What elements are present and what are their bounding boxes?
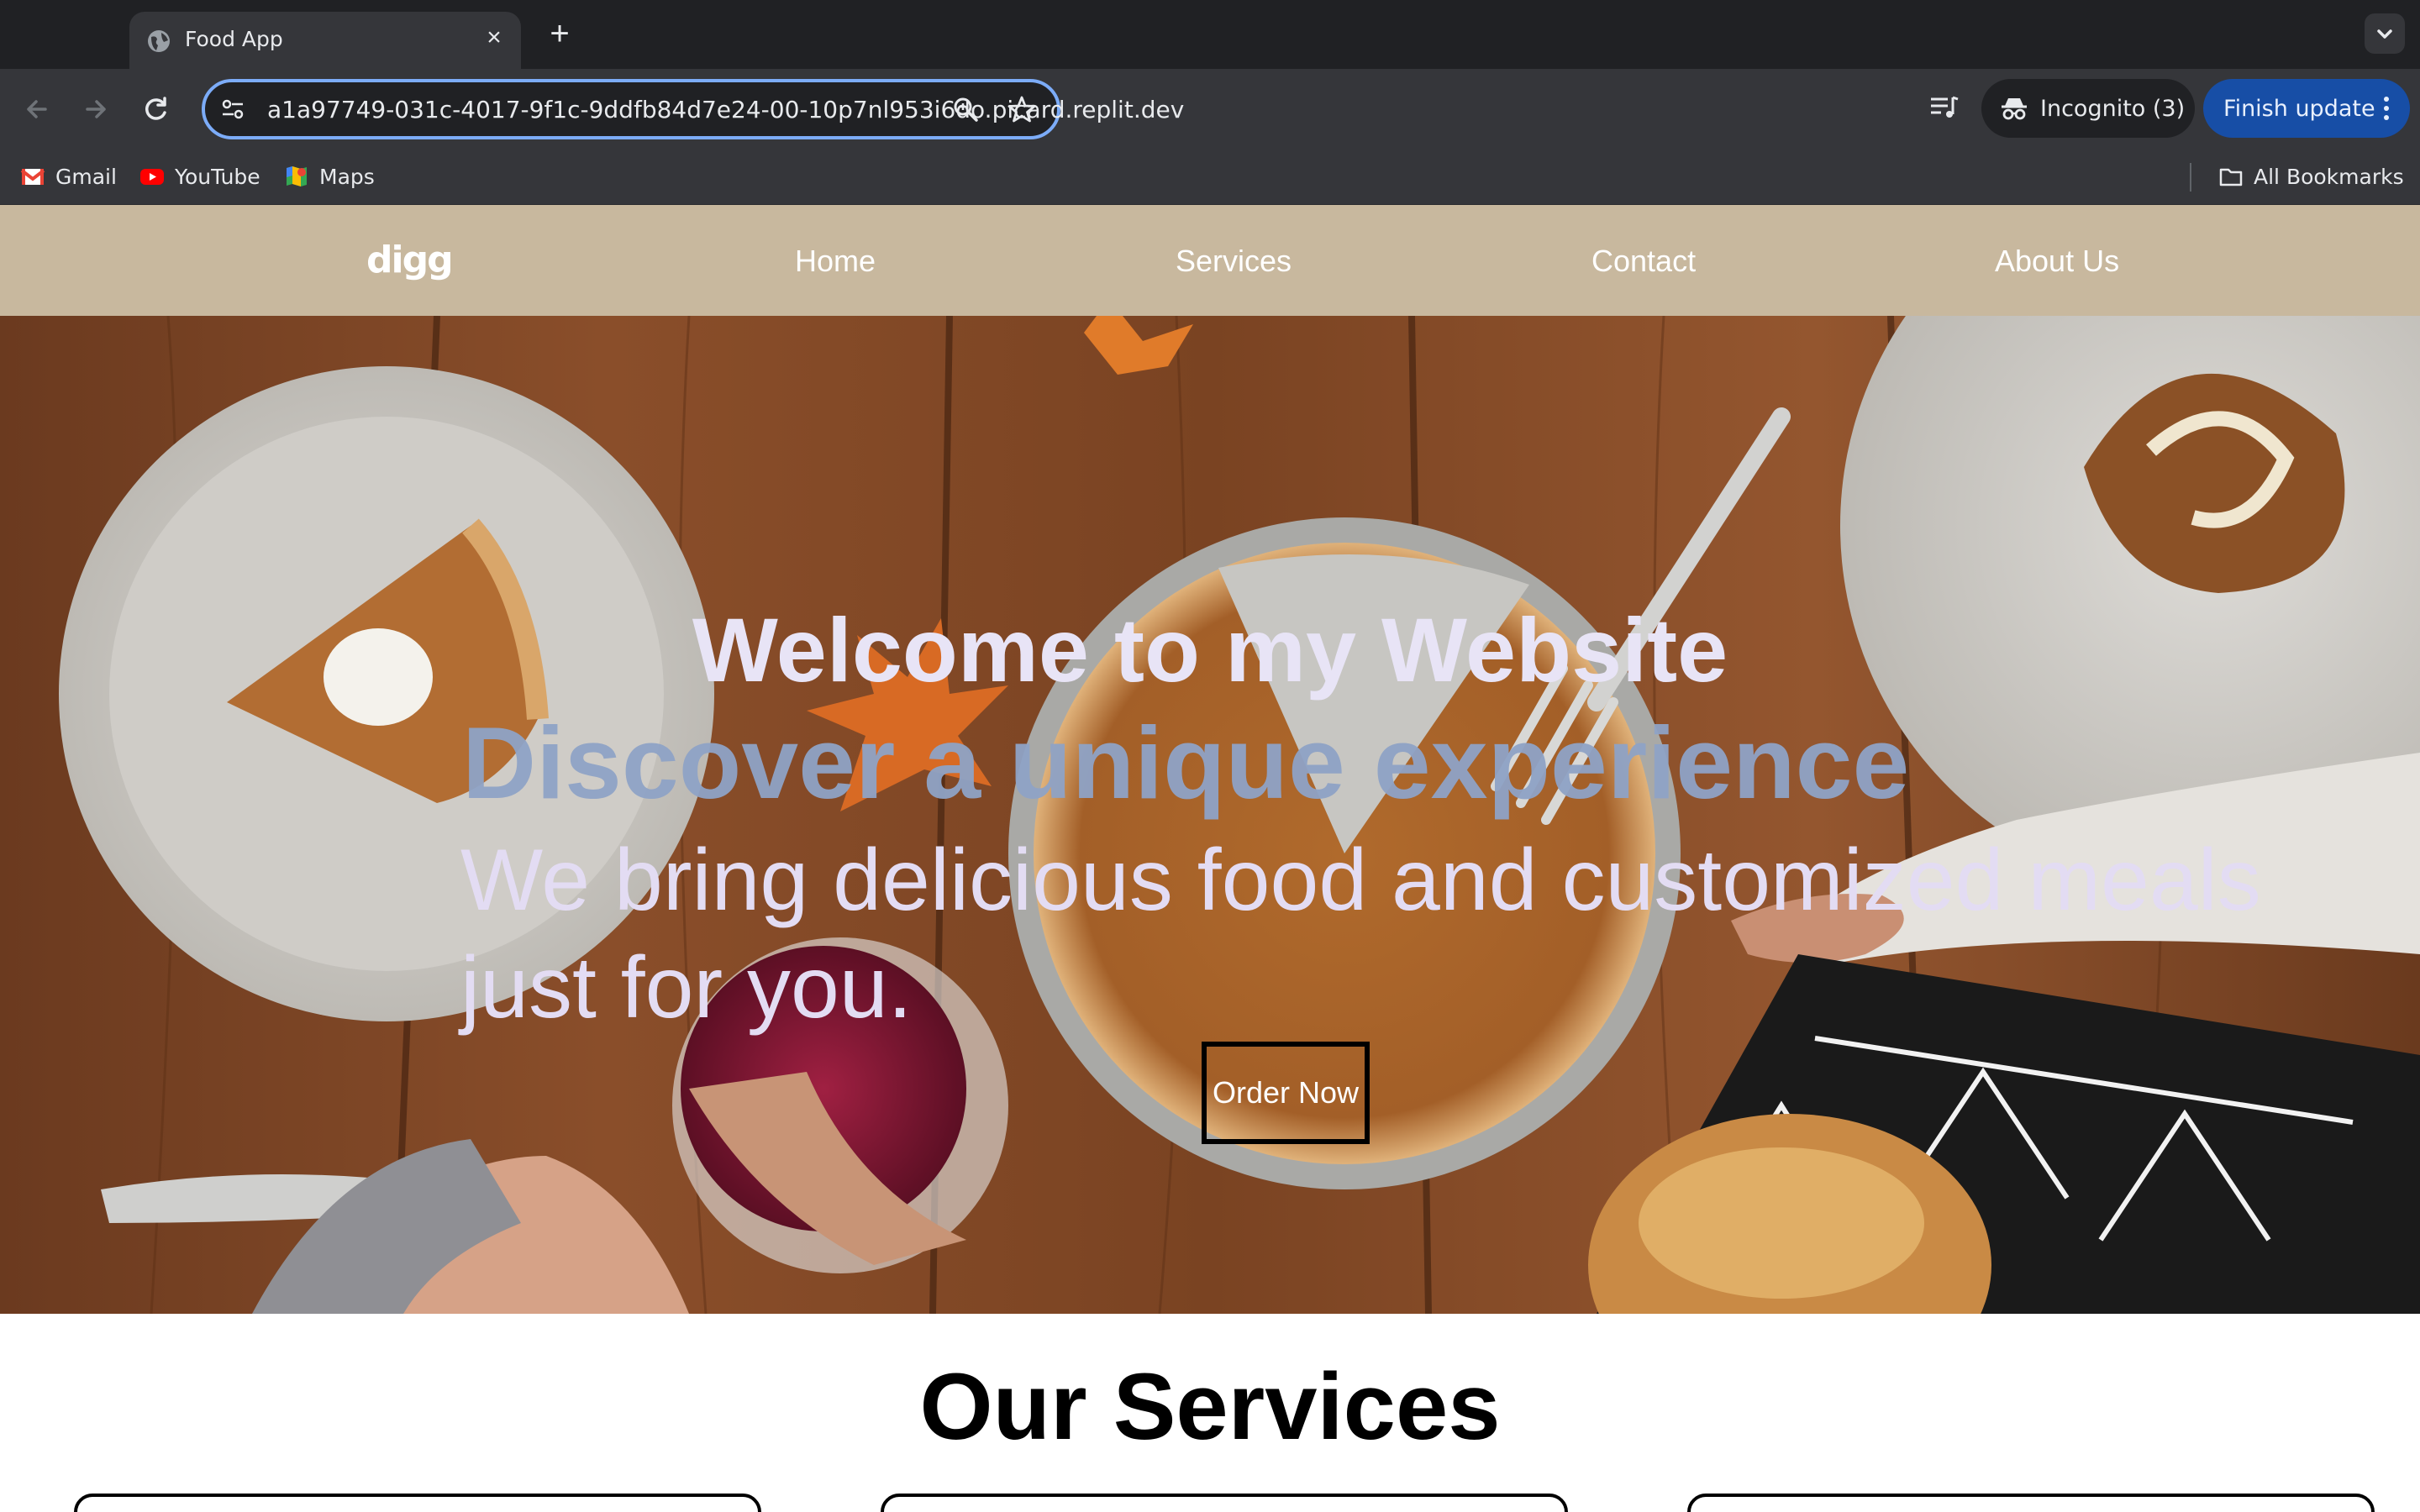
zoom-icon[interactable] — [951, 95, 980, 123]
browser-toolbar: a1a97749-031c-4017-9f1c-9ddfb84d7e24-00-… — [0, 69, 2420, 150]
bookmark-maps[interactable]: Maps — [284, 161, 375, 192]
chevron-down-icon — [2377, 29, 2392, 39]
hero-title: Welcome to my Website — [692, 599, 1728, 701]
back-arrow-icon[interactable] — [15, 87, 59, 131]
site-logo[interactable]: digg — [366, 239, 454, 281]
address-bar[interactable]: a1a97749-031c-4017-9f1c-9ddfb84d7e24-00-… — [202, 79, 1184, 139]
browser-tab[interactable]: Food App × — [129, 12, 521, 69]
service-card[interactable] — [74, 1494, 761, 1512]
globe-icon — [148, 30, 170, 52]
nav-link-contact[interactable]: Contact — [1591, 244, 1696, 279]
nav-link-home[interactable]: Home — [795, 244, 876, 279]
bookmark-star-icon[interactable] — [1007, 94, 1037, 124]
reload-icon[interactable] — [134, 87, 178, 131]
maps-icon — [287, 166, 307, 186]
hero-description: We bring delicious food and customized m… — [460, 832, 2261, 1037]
more-menu-icon[interactable] — [2378, 94, 2395, 123]
bookmark-label: Maps — [319, 164, 375, 189]
all-bookmarks-button[interactable]: All Bookmarks — [2218, 161, 2404, 192]
nav-link-about-us[interactable]: About Us — [1995, 244, 2119, 279]
bookmark-youtube[interactable]: YouTube — [139, 161, 260, 192]
bookmarks-bar: Gmail YouTube Maps All Bookmarks — [0, 150, 2420, 205]
order-now-button[interactable]: Order Now — [1202, 1042, 1370, 1144]
incognito-icon — [2002, 98, 2027, 120]
hero-subtitle: Discover a unique experience — [462, 706, 1910, 820]
folder-icon — [2219, 168, 2243, 186]
bookmark-gmail[interactable]: Gmail — [20, 161, 117, 192]
bookmark-label: Gmail — [55, 164, 117, 189]
nav-link-services[interactable]: Services — [1176, 244, 1292, 279]
hero-section: Welcome to my Website Discover a unique … — [0, 316, 2420, 1314]
youtube-icon — [140, 169, 164, 185]
service-card[interactable] — [1687, 1494, 2375, 1512]
services-heading: Our Services — [919, 1354, 1501, 1459]
bookmarks-divider — [2190, 163, 2191, 192]
service-card[interactable] — [881, 1494, 1568, 1512]
new-tab-button[interactable]: + — [541, 15, 578, 52]
site-navbar: digg Home Services Contact About Us — [0, 205, 2420, 316]
close-tab-icon[interactable]: × — [479, 25, 509, 50]
update-label: Finish update — [2223, 96, 2375, 122]
forward-arrow-icon[interactable] — [74, 87, 118, 131]
bookmark-label: YouTube — [175, 164, 260, 189]
tab-title: Food App — [185, 27, 283, 51]
media-controls-icon[interactable] — [1928, 91, 1961, 124]
incognito-button[interactable]: Incognito (3) — [1981, 79, 2195, 138]
incognito-label: Incognito (3) — [2040, 96, 2186, 122]
all-bookmarks-label: All Bookmarks — [2254, 164, 2404, 189]
url-text[interactable]: a1a97749-031c-4017-9f1c-9ddfb84d7e24-00-… — [267, 96, 1184, 123]
gmail-icon — [20, 169, 45, 185]
browser-tab-bar: Food App × + — [0, 0, 2420, 69]
site-settings-icon[interactable] — [220, 97, 245, 122]
tab-search-button[interactable] — [2365, 13, 2405, 54]
finish-update-button[interactable]: Finish update — [2203, 79, 2410, 138]
